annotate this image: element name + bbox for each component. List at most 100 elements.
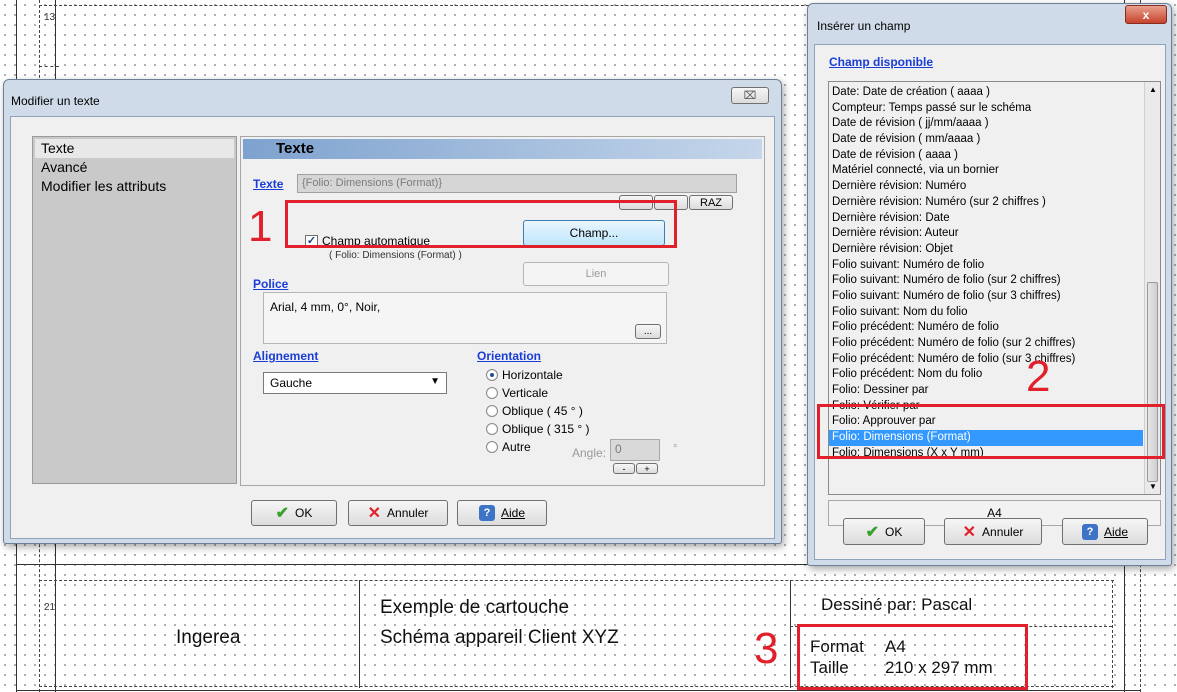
cancel-label: Annuler [982, 524, 1024, 539]
x-icon: ✕ [962, 523, 977, 541]
cartouche-title-line1: Exemple de cartouche [380, 597, 570, 618]
help-icon: ? [478, 505, 495, 521]
radio-verticale[interactable]: Verticale [486, 386, 548, 400]
dialog-body: Champ disponible Date: Date de création … [814, 44, 1166, 560]
orientation-link[interactable]: Orientation [477, 349, 541, 363]
field-list-item[interactable]: Folio: Dessiner par [829, 383, 1143, 399]
lien-button-label: Lien [585, 268, 607, 280]
police-more-label: ... [643, 326, 653, 337]
radio-label: Verticale [502, 386, 549, 400]
close-icon: ⌧ [743, 90, 757, 102]
ok-label: OK [885, 524, 903, 539]
dialog-title: Insérer un champ [817, 19, 911, 33]
close-button[interactable]: x [1125, 5, 1167, 24]
angle-input[interactable]: 0 [610, 439, 660, 461]
police-value: Arial, 4 mm, 0°, Noir, [270, 300, 381, 314]
champ-hint: ( Folio: Dimensions (Format) ) [329, 250, 462, 261]
alignement-select[interactable]: Gauche ▼ [263, 372, 447, 394]
champ-disponible-heading: Champ disponible [829, 55, 934, 69]
ok-button[interactable]: ✔ OK [843, 518, 925, 545]
texte-input[interactable]: {Folio: Dimensions (Format)} [297, 174, 737, 193]
radio-oblique-45[interactable]: Oblique ( 45 ° ) [486, 404, 583, 418]
help-button[interactable]: ? Aide [1062, 518, 1148, 545]
sidebar-item-label: Avancé [41, 159, 88, 175]
sidebar-item-avance[interactable]: Avancé [35, 158, 87, 177]
field-list-item[interactable]: Folio suivant: Numéro de folio (sur 2 ch… [829, 273, 1143, 289]
ok-button[interactable]: ✔ OK [251, 500, 337, 526]
angle-decrement-button[interactable]: - [613, 463, 635, 474]
help-icon: ? [1081, 523, 1098, 540]
cancel-button[interactable]: ✕ Annuler [348, 500, 448, 526]
raz-button[interactable]: RAZ [689, 195, 733, 210]
help-label: Aide [500, 506, 526, 520]
dialog-body: Texte Avancé Modifier les attributs Text… [10, 116, 775, 539]
help-label: Aide [1103, 524, 1129, 539]
angle-increment-button[interactable]: + [636, 463, 658, 474]
annotation-box-1 [285, 200, 677, 248]
field-list-item[interactable]: Date de révision ( jj/mm/aaaa ) [829, 116, 1143, 132]
police-more-button[interactable]: ... [635, 324, 661, 339]
cancel-label: Annuler [387, 506, 429, 520]
field-list-item[interactable]: Dernière révision: Numéro [829, 179, 1143, 195]
sidebar-item-label: Modifier les attributs [41, 178, 167, 194]
x-icon: ✕ [367, 505, 382, 522]
close-button[interactable]: ⌧ [731, 87, 769, 104]
dialog-title: Modifier un texte [11, 94, 100, 108]
close-icon: x [1142, 7, 1150, 22]
texte-link[interactable]: Texte [253, 177, 283, 191]
field-list-item[interactable]: Folio suivant: Numéro de folio (sur 3 ch… [829, 289, 1143, 305]
radio-label: Oblique ( 315 ° ) [502, 422, 590, 436]
field-list-item[interactable]: Compteur: Temps passé sur le schéma [829, 101, 1143, 117]
radio-oblique-315[interactable]: Oblique ( 315 ° ) [486, 422, 590, 436]
field-list-item[interactable]: Dernière révision: Numéro (sur 2 chiffre… [829, 195, 1143, 211]
field-list-item[interactable]: Folio précédent: Numéro de folio (sur 3 … [829, 352, 1143, 368]
lien-button[interactable]: Lien [523, 262, 669, 286]
field-list-item[interactable]: Date: Date de création ( aaaa ) [829, 85, 1143, 101]
radio-horizontale[interactable]: Horizontale [486, 368, 563, 382]
annotation-step-2: 2 [1026, 352, 1051, 401]
sidebar: Texte Avancé Modifier les attributs [32, 136, 237, 484]
radio-autre[interactable]: Autre [486, 440, 531, 454]
angle-label: Angle: [572, 446, 607, 460]
field-list-item[interactable]: Folio suivant: Nom du folio [829, 305, 1143, 321]
cartouche-company: Ingerea [176, 627, 241, 648]
field-list-item[interactable]: Matériel connecté, via un bornier [829, 163, 1143, 179]
radio-label: Horizontale [502, 368, 563, 382]
minus-icon: - [622, 463, 626, 474]
field-list-item[interactable]: Folio précédent: Numéro de folio (sur 2 … [829, 336, 1143, 352]
angle-value: 0 [615, 442, 622, 456]
radio-label: Oblique ( 45 ° ) [502, 404, 583, 418]
field-list-item[interactable]: Dernière révision: Date [829, 211, 1143, 227]
texte-input-value: {Folio: Dimensions (Format)} [302, 177, 442, 189]
cartouche-drawn-by: Dessiné par: Pascal [821, 595, 973, 614]
field-list-item[interactable]: Date de révision ( aaaa ) [829, 148, 1143, 164]
police-link[interactable]: Police [253, 277, 288, 291]
field-list-item[interactable]: Folio suivant: Numéro de folio [829, 258, 1143, 274]
scroll-down-icon: ▼ [1149, 482, 1157, 491]
help-button[interactable]: ? Aide [457, 500, 547, 526]
field-list-item[interactable]: Folio précédent: Numéro de folio [829, 320, 1143, 336]
sidebar-item-modifier-attributs[interactable]: Modifier les attributs [35, 177, 166, 196]
scroll-up-icon: ▲ [1149, 85, 1157, 94]
field-list-item[interactable]: Date de révision ( mm/aaaa ) [829, 132, 1143, 148]
cartouche-title-line2: Schéma appareil Client XYZ [380, 627, 619, 648]
annotation-step-1: 1 [248, 202, 273, 251]
annotation-box-3 [797, 624, 1028, 690]
angle-unit: ° [673, 443, 678, 455]
row-number-13: 13 [44, 12, 56, 23]
raz-label: RAZ [700, 196, 722, 209]
cancel-button[interactable]: ✕ Annuler [944, 518, 1042, 545]
radio-icon [486, 405, 498, 417]
radio-icon [486, 423, 498, 435]
radio-icon [486, 387, 498, 399]
field-list-item[interactable]: Dernière révision: Objet [829, 242, 1143, 258]
sidebar-item-texte[interactable]: Texte [35, 139, 234, 158]
field-list-item[interactable]: Dernière révision: Auteur [829, 226, 1143, 242]
check-icon: ✔ [275, 505, 290, 522]
field-list-item[interactable]: Folio précédent: Nom du folio [829, 367, 1143, 383]
alignement-link[interactable]: Alignement [253, 349, 318, 363]
check-icon: ✔ [865, 523, 880, 541]
ok-label: OK [295, 506, 313, 520]
radio-icon [486, 441, 498, 453]
annotation-step-3: 3 [754, 624, 779, 673]
